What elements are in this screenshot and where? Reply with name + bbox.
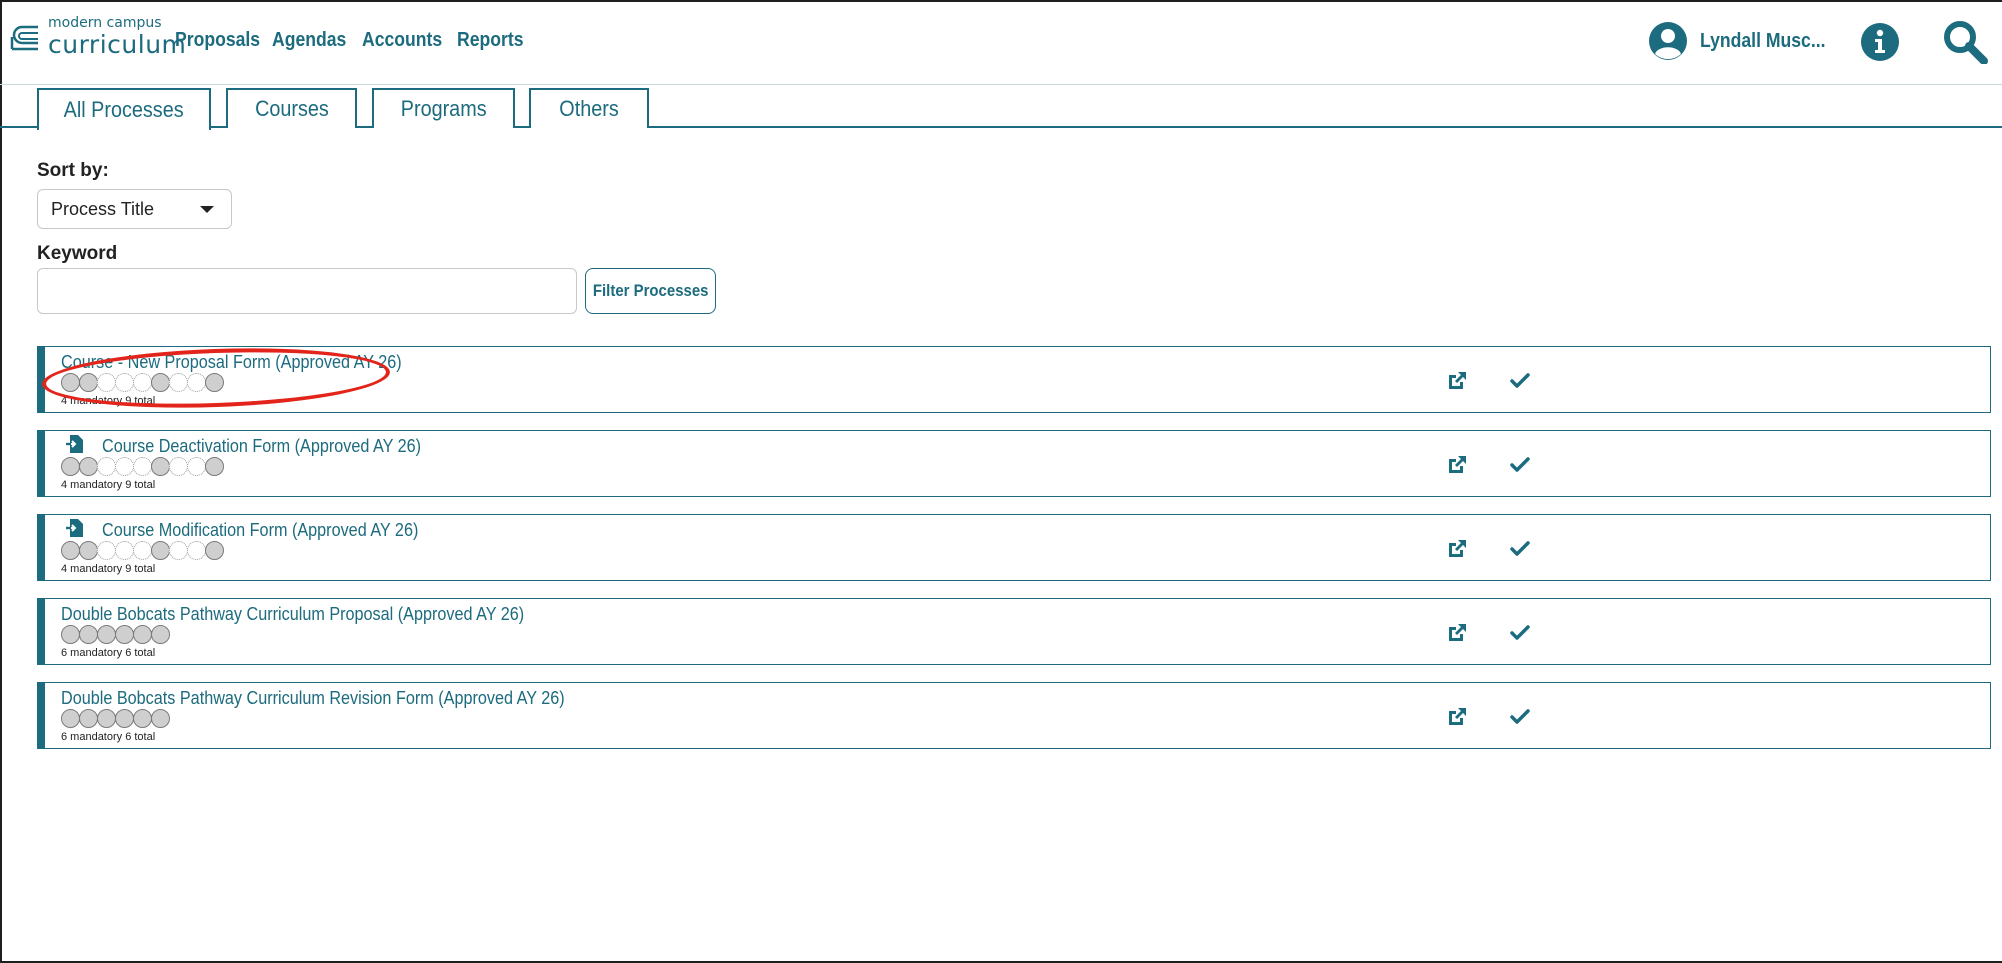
optional-step xyxy=(133,541,152,560)
filter-processes-button[interactable]: Filter Processes xyxy=(585,268,716,314)
edit-external-icon[interactable] xyxy=(1446,706,1468,728)
process-row[interactable]: Course Deactivation Form (Approved AY 26… xyxy=(37,430,1991,497)
process-title[interactable]: Course Modification Form (Approved AY 26… xyxy=(102,520,418,541)
sort-select[interactable]: Process Title xyxy=(37,189,232,229)
process-row[interactable]: Double Bobcats Pathway Curriculum Propos… xyxy=(37,598,1991,665)
process-steps xyxy=(61,373,224,392)
optional-step xyxy=(187,541,206,560)
process-title[interactable]: Course - New Proposal Form (Approved AY … xyxy=(61,352,402,373)
process-row[interactable]: Double Bobcats Pathway Curriculum Revisi… xyxy=(37,682,1991,749)
mandatory-step xyxy=(61,457,80,476)
edit-external-icon[interactable] xyxy=(1446,370,1468,392)
user-menu[interactable]: Lyndall Musc... xyxy=(1648,21,1843,61)
mandatory-step xyxy=(115,625,134,644)
edit-external-icon[interactable] xyxy=(1446,454,1468,476)
user-name: Lyndall Musc... xyxy=(1700,29,1826,52)
info-icon[interactable] xyxy=(1860,22,1900,62)
optional-step xyxy=(169,373,188,392)
form-import-icon xyxy=(66,519,83,537)
user-avatar-icon xyxy=(1649,22,1687,60)
caret-down-icon xyxy=(200,206,214,213)
mandatory-step xyxy=(61,709,80,728)
mandatory-step xyxy=(79,709,98,728)
optional-step xyxy=(97,541,116,560)
mandatory-step xyxy=(79,541,98,560)
process-steps xyxy=(61,541,224,560)
mandatory-step xyxy=(205,541,224,560)
logo[interactable]: modern campus curriculum xyxy=(8,16,186,57)
sort-value: Process Title xyxy=(51,198,155,219)
check-icon[interactable] xyxy=(1510,624,1530,642)
step-count: 6 mandatory 6 total xyxy=(61,731,156,743)
mandatory-step xyxy=(151,457,170,476)
process-row[interactable]: Course - New Proposal Form (Approved AY … xyxy=(37,346,1991,413)
tab-others[interactable]: Others xyxy=(529,88,649,128)
check-icon[interactable] xyxy=(1510,708,1530,726)
top-nav: modern campus curriculum Proposals Agend… xyxy=(0,0,2002,85)
optional-step xyxy=(133,373,152,392)
tab-courses[interactable]: Courses xyxy=(226,88,357,128)
keyword-label: Keyword xyxy=(37,243,118,264)
mandatory-step xyxy=(97,625,116,644)
mandatory-step xyxy=(205,457,224,476)
sort-label: Sort by: xyxy=(37,160,109,181)
optional-step xyxy=(97,457,116,476)
mandatory-step xyxy=(151,541,170,560)
step-count: 4 mandatory 9 total xyxy=(61,563,156,575)
step-count: 4 mandatory 9 total xyxy=(61,395,156,407)
edit-external-icon[interactable] xyxy=(1446,538,1468,560)
mandatory-step xyxy=(79,457,98,476)
tab-all-processes[interactable]: All Processes xyxy=(37,88,211,130)
nav-agendas[interactable]: Agendas xyxy=(272,29,346,52)
mandatory-step xyxy=(133,625,152,644)
optional-step xyxy=(97,373,116,392)
nav-proposals[interactable]: Proposals xyxy=(175,29,260,52)
process-title[interactable]: Course Deactivation Form (Approved AY 26… xyxy=(102,436,421,457)
process-steps xyxy=(61,709,170,728)
brand-small: modern campus xyxy=(48,15,162,31)
check-icon[interactable] xyxy=(1510,372,1530,390)
step-count: 4 mandatory 9 total xyxy=(61,479,156,491)
mandatory-step xyxy=(151,373,170,392)
process-title[interactable]: Double Bobcats Pathway Curriculum Propos… xyxy=(61,604,524,625)
mandatory-step xyxy=(79,625,98,644)
mandatory-step xyxy=(205,373,224,392)
optional-step xyxy=(115,373,134,392)
check-icon[interactable] xyxy=(1510,456,1530,474)
nav-reports[interactable]: Reports xyxy=(457,29,524,52)
mandatory-step xyxy=(79,373,98,392)
brand-name: curriculum xyxy=(48,30,187,59)
process-title[interactable]: Double Bobcats Pathway Curriculum Revisi… xyxy=(61,688,565,709)
mandatory-step xyxy=(97,709,116,728)
optional-step xyxy=(187,373,206,392)
logo-icon xyxy=(10,25,38,50)
process-steps xyxy=(61,457,224,476)
optional-step xyxy=(169,457,188,476)
optional-step xyxy=(169,541,188,560)
step-count: 6 mandatory 6 total xyxy=(61,647,156,659)
search-icon[interactable] xyxy=(1940,18,1990,64)
optional-step xyxy=(187,457,206,476)
keyword-input[interactable] xyxy=(37,268,577,314)
process-row[interactable]: Course Modification Form (Approved AY 26… xyxy=(37,514,1991,581)
mandatory-step xyxy=(61,625,80,644)
mandatory-step xyxy=(151,625,170,644)
mandatory-step xyxy=(61,373,80,392)
mandatory-step xyxy=(115,709,134,728)
check-icon[interactable] xyxy=(1510,540,1530,558)
mandatory-step xyxy=(61,541,80,560)
form-import-icon xyxy=(66,435,83,453)
mandatory-step xyxy=(133,709,152,728)
optional-step xyxy=(133,457,152,476)
tab-programs[interactable]: Programs xyxy=(372,88,515,128)
optional-step xyxy=(115,541,134,560)
process-steps xyxy=(61,625,170,644)
edit-external-icon[interactable] xyxy=(1446,622,1468,644)
optional-step xyxy=(115,457,134,476)
nav-accounts[interactable]: Accounts xyxy=(362,29,442,52)
mandatory-step xyxy=(151,709,170,728)
